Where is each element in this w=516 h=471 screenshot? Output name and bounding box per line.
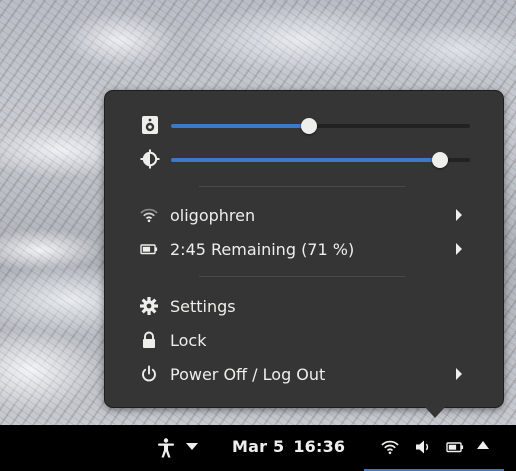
volume-slider-row [105,113,505,137]
settings-label: Settings [170,297,236,316]
menu-item-lock[interactable]: Lock [105,325,505,355]
clock[interactable]: Mar 5 16:36 [232,437,345,457]
clock-time: 16:36 [293,437,346,456]
menu-item-battery[interactable]: 2:45 Remaining (71 %) [105,234,505,264]
wifi-icon [140,208,158,223]
menu-item-power[interactable]: Power Off / Log Out [105,359,505,389]
battery-icon [446,442,464,453]
menu-item-wifi[interactable]: oligophren [105,200,505,230]
volume-slider[interactable] [171,118,470,134]
status-area[interactable] [364,425,504,471]
chevron-right-icon [456,368,462,380]
chevron-right-icon [456,243,462,255]
brightness-slider[interactable] [171,152,470,168]
volume-icon [416,440,429,454]
menu-pointer-arrow [425,407,445,418]
clock-date: Mar 5 [232,437,285,456]
volume-slider-handle[interactable] [300,118,317,134]
brightness-slider-row [105,147,505,171]
lock-icon [143,331,155,348]
lock-label: Lock [170,331,207,350]
volume-slider-fill [171,124,309,128]
menu-separator [199,276,405,277]
system-menu: oligophren 2:45 Remaining (71 %) Setting… [104,90,504,408]
brightness-icon [140,149,160,169]
wifi-network-label: oligophren [170,206,256,225]
brightness-slider-fill [171,158,441,162]
gear-icon [140,297,158,315]
caret-down-icon[interactable] [186,443,198,451]
power-icon [142,365,156,382]
wifi-icon [381,440,399,455]
battery-icon [140,244,158,255]
accessibility-icon[interactable] [157,438,175,458]
chevron-right-icon [456,209,462,221]
top-panel: Mar 5 16:36 [0,425,516,471]
battery-status-label: 2:45 Remaining (71 %) [170,240,355,259]
menu-item-settings[interactable]: Settings [105,291,505,321]
speaker-icon [142,116,158,134]
menu-separator [199,186,405,187]
brightness-slider-handle[interactable] [432,152,449,168]
power-off-label: Power Off / Log Out [170,365,326,384]
caret-up-icon [477,441,489,449]
